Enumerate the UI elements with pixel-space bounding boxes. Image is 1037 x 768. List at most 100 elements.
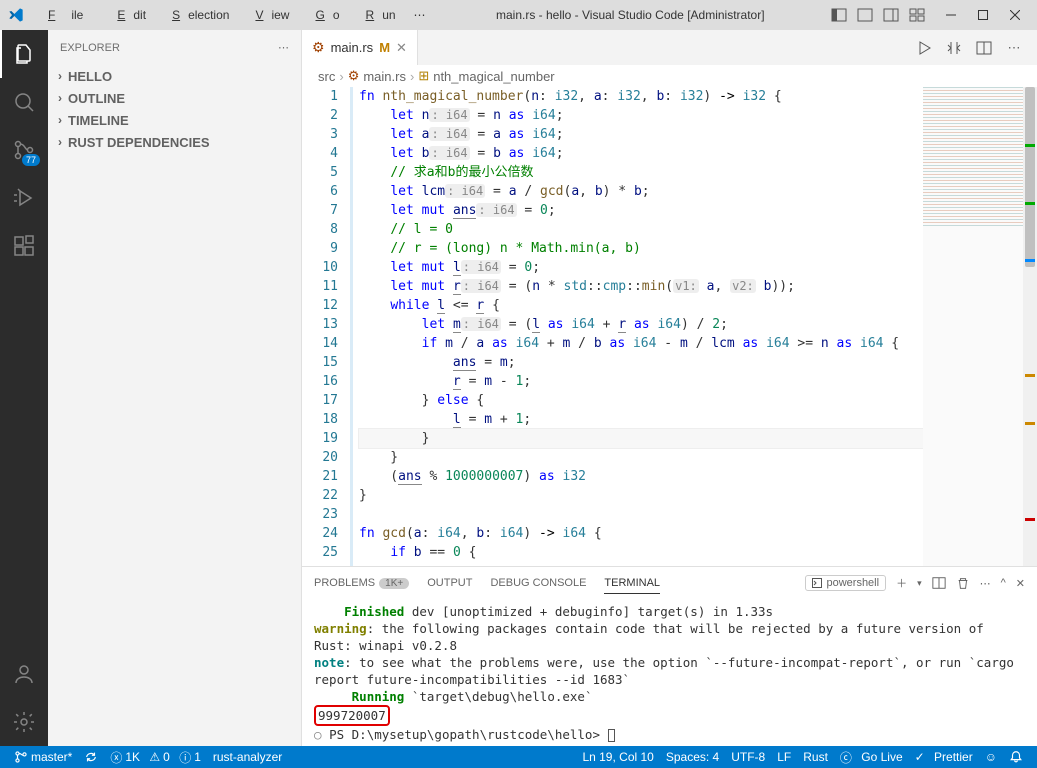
status-go-live[interactable]: ⓒ Go Live [834,746,909,768]
toggle-panel-right-icon[interactable] [879,5,903,25]
menu-more[interactable]: ⋯ [406,4,434,26]
customize-layout-icon[interactable] [905,5,929,25]
run-icon[interactable] [913,40,935,56]
broadcast-icon: ⓒ [840,749,852,766]
status-feedback-icon[interactable]: ☺ [979,746,1003,768]
tab-actions: ⋯ [913,40,1037,56]
line-numbers: 1234567891011121314151617181920212223242… [302,87,350,566]
terminal-shell-selector[interactable]: powershell [805,575,886,591]
breadcrumb-src[interactable]: src [318,69,335,84]
terminal-cursor [608,729,615,742]
chevron-right-icon: › [52,135,68,149]
sync-icon [84,750,98,764]
warning-icon: ⚠ [149,750,160,764]
editor-area: ⚙ main.rs M ✕ ⋯ src › ⚙ main.rs › ⊞ nth_… [302,30,1037,746]
split-editor-icon[interactable] [973,40,995,56]
minimize-icon[interactable] [937,5,965,25]
function-symbol-icon: ⊞ [418,68,429,84]
sidebar-header: EXPLORER ⋯ [48,30,301,65]
status-rust-analyzer[interactable]: rust-analyzer [207,746,288,768]
chevron-right-icon: › [52,69,68,83]
problems-badge: 1K+ [379,578,409,589]
activity-explorer-icon[interactable] [0,30,48,78]
status-sync[interactable] [78,746,104,768]
window-controls [937,5,1029,25]
panel-tab-problems[interactable]: PROBLEMS1K+ [314,573,409,593]
status-language[interactable]: Rust [797,746,834,768]
menu-edit[interactable]: Edit [101,4,154,26]
panel-tab-debug[interactable]: DEBUG CONSOLE [490,573,586,593]
titlebar: File Edit Selection View Go Run ⋯ main.r… [0,0,1037,30]
terminal-split-icon[interactable] [932,576,946,590]
activity-debug-icon[interactable] [0,174,48,222]
menu-bar: File Edit Selection View Go Run ⋯ [32,4,434,26]
maximize-icon[interactable] [969,5,997,25]
tab-main-rs[interactable]: ⚙ main.rs M ✕ [302,30,418,65]
scm-badge: 77 [22,154,40,166]
close-icon[interactable] [1001,5,1029,25]
terminal-output[interactable]: Finished dev [unoptimized + debuginfo] t… [302,599,1037,746]
code-content[interactable]: fn nth_magical_number(n: i32, a: i32, b:… [350,87,923,566]
git-branch-icon [14,750,28,764]
menu-view[interactable]: View [239,4,297,26]
tab-modified-indicator: M [379,40,390,55]
tab-filename: main.rs [331,40,374,55]
layout-controls [827,5,929,25]
panel-more-icon[interactable]: ⋯ [980,577,991,590]
panel-tabs: PROBLEMS1K+ OUTPUT DEBUG CONSOLE TERMINA… [302,567,1037,599]
split-compare-icon[interactable] [943,40,965,56]
status-eol[interactable]: LF [771,746,797,768]
status-encoding[interactable]: UTF-8 [725,746,771,768]
error-icon: ⓧ [110,749,122,766]
activity-settings-icon[interactable] [0,698,48,746]
panel: PROBLEMS1K+ OUTPUT DEBUG CONSOLE TERMINA… [302,566,1037,746]
menu-selection[interactable]: Selection [156,4,237,26]
sidebar-more-icon[interactable]: ⋯ [278,41,289,54]
sidebar-section-timeline[interactable]: ›TIMELINE [48,109,301,131]
vscode-logo-icon [8,7,24,23]
activity-scm-icon[interactable]: 77 [0,126,48,174]
highlighted-output: 999720007 [314,705,390,726]
terminal-new-icon[interactable]: ＋ [896,575,907,591]
sidebar-title: EXPLORER [60,42,120,54]
rust-file-icon: ⚙ [312,39,325,56]
check-icon: ✓ [915,750,925,764]
panel-tab-output[interactable]: OUTPUT [427,573,472,593]
menu-file[interactable]: File [32,4,99,26]
sidebar-section-hello[interactable]: ›HELLO [48,65,301,87]
toggle-panel-left-icon[interactable] [827,5,851,25]
status-branch[interactable]: master* [8,746,78,768]
menu-run[interactable]: Run [350,4,404,26]
chevron-right-icon: › [410,69,414,84]
chevron-right-icon: › [52,113,68,127]
activity-extensions-icon[interactable] [0,222,48,270]
sidebar-section-outline[interactable]: ›OUTLINE [48,87,301,109]
status-problems[interactable]: ⓧ1K ⚠0 ⓘ1 [104,746,207,768]
panel-maximize-icon[interactable]: ^ [1001,577,1006,589]
info-icon: ⓘ [179,749,191,766]
chevron-right-icon: › [339,69,343,84]
menu-go[interactable]: Go [299,4,347,26]
editor-more-icon[interactable]: ⋯ [1003,40,1025,56]
terminal-dropdown-icon[interactable]: ▾ [917,578,922,589]
activity-search-icon[interactable] [0,78,48,126]
breadcrumb-symbol[interactable]: nth_magical_number [433,69,554,84]
tab-close-icon[interactable]: ✕ [396,40,407,56]
toggle-panel-bottom-icon[interactable] [853,5,877,25]
minimap[interactable] [923,87,1023,566]
status-prettier[interactable]: ✓ Prettier [909,746,979,768]
status-cursor-position[interactable]: Ln 19, Col 10 [576,746,659,768]
status-indentation[interactable]: Spaces: 4 [660,746,725,768]
scrollbar-vertical[interactable] [1023,87,1037,566]
code-editor[interactable]: 1234567891011121314151617181920212223242… [302,87,1037,566]
editor-tabs: ⚙ main.rs M ✕ ⋯ [302,30,1037,65]
activity-account-icon[interactable] [0,650,48,698]
status-bar: master* ⓧ1K ⚠0 ⓘ1 rust-analyzer Ln 19, C… [0,746,1037,768]
terminal-kill-icon[interactable] [956,576,970,590]
panel-close-icon[interactable]: ✕ [1016,577,1025,590]
status-notifications-icon[interactable] [1003,746,1029,768]
sidebar-section-rustdeps[interactable]: ›RUST DEPENDENCIES [48,131,301,153]
breadcrumb-file[interactable]: main.rs [363,69,406,84]
breadcrumbs[interactable]: src › ⚙ main.rs › ⊞ nth_magical_number [302,65,1037,87]
panel-tab-terminal[interactable]: TERMINAL [604,573,660,594]
